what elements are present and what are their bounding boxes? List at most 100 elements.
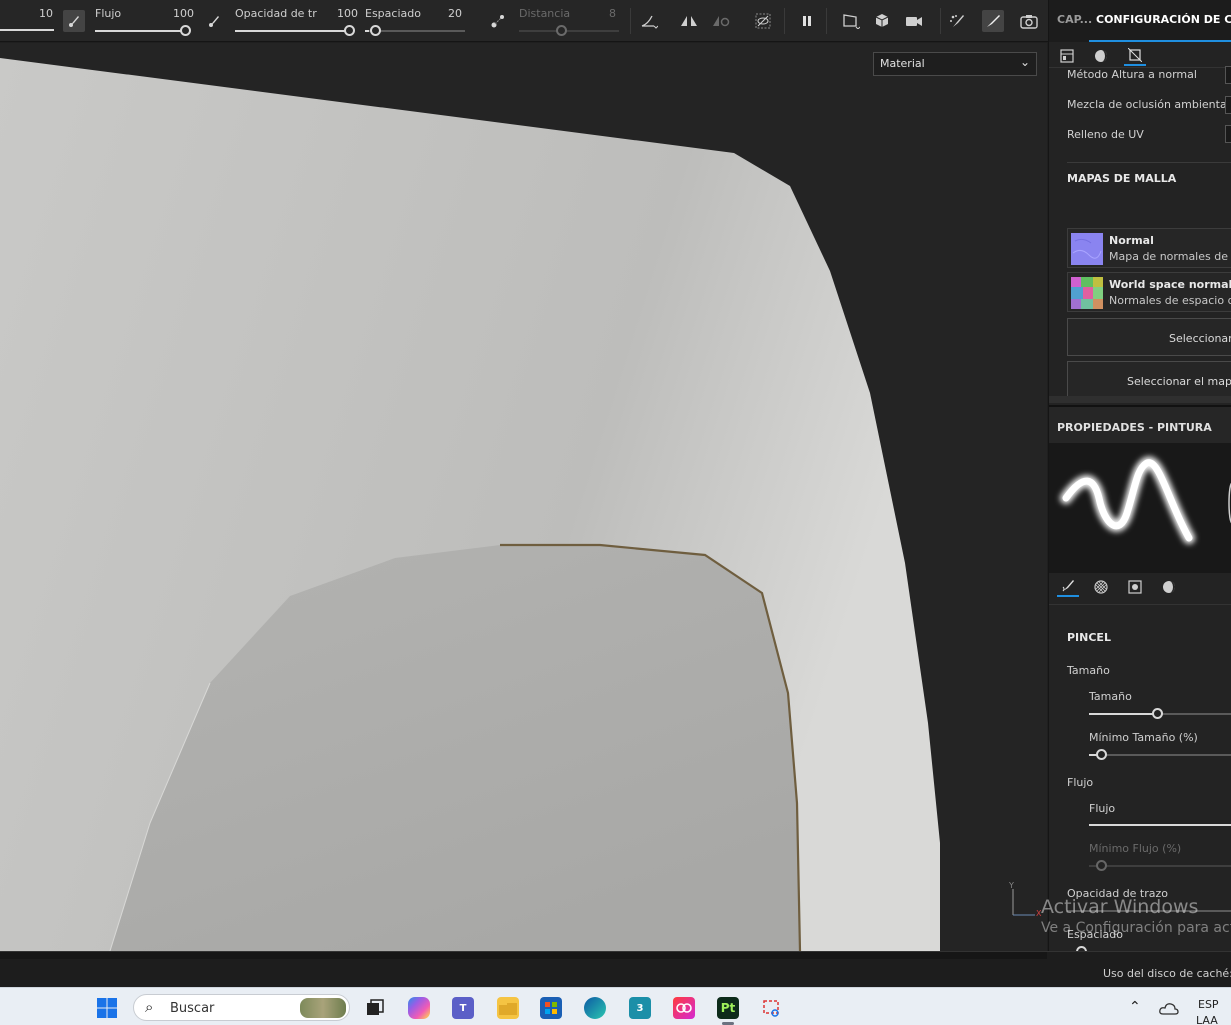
brush-opacity-icon[interactable] <box>203 10 225 32</box>
screenshot-camera-icon[interactable] <box>1018 10 1040 32</box>
distance-slider-knob[interactable] <box>556 25 567 36</box>
opacity-slider[interactable] <box>235 25 355 36</box>
store-icon[interactable] <box>540 997 562 1019</box>
min-size-slider[interactable] <box>1089 749 1231 760</box>
normal-map-thumbnail <box>1071 233 1103 265</box>
panel-scrollbar[interactable] <box>1049 396 1231 403</box>
mesh-maps-icon[interactable] <box>1124 46 1146 66</box>
pause-icon[interactable] <box>796 10 818 32</box>
flow-slider[interactable] <box>95 25 191 36</box>
search-highlight-image <box>300 998 346 1018</box>
brush-section-title: PINCEL <box>1067 631 1111 644</box>
min-flow-slider[interactable] <box>1089 860 1231 871</box>
right-panel: CAP... CONFIGURACIÓN DE CON Método Altur… <box>1048 0 1231 951</box>
shader-sphere-icon[interactable] <box>1090 46 1112 66</box>
ao-mix-label: Mezcla de oclusión ambiental <box>1067 98 1230 111</box>
flow-slider-knob[interactable] <box>180 25 191 36</box>
brush-stroke-preview <box>1049 443 1231 573</box>
toolbar-divider <box>784 8 785 34</box>
snipping-tool-icon[interactable] <box>761 997 783 1019</box>
tab-layers[interactable]: CAP... <box>1057 13 1092 26</box>
size-slider[interactable] <box>1089 708 1231 719</box>
spacing-slider[interactable] <box>365 25 465 36</box>
stroke-curve-icon[interactable] <box>638 10 660 32</box>
brush-icon[interactable] <box>1057 577 1079 597</box>
world-normal-map-subtitle: Normales de espacio de <box>1109 294 1231 307</box>
opacity-slider-fill <box>235 30 349 32</box>
view-2d-icon[interactable] <box>840 10 862 32</box>
windows-start-icon[interactable] <box>96 997 118 1019</box>
teams-icon[interactable]: T <box>452 997 474 1019</box>
opacity-slider-knob[interactable] <box>344 25 355 36</box>
uv-padding-dropdown[interactable] <box>1225 125 1231 143</box>
min-flow-slider-knob[interactable] <box>1096 860 1107 871</box>
select-map-button-2-label: Seleccionar el mapa <box>1127 375 1231 388</box>
symmetry-settings-icon[interactable] <box>710 10 732 32</box>
distance-slider[interactable] <box>519 25 619 36</box>
size-group-label: Tamaño <box>1067 664 1110 677</box>
spacing-slider-knob[interactable] <box>370 25 381 36</box>
normal-map-title: Normal <box>1109 234 1154 247</box>
axis-gizmo: Y X <box>1005 881 1045 925</box>
language-indicator-top[interactable]: ESP <box>1198 998 1219 1011</box>
toolbar-divider <box>630 8 631 34</box>
copilot-icon[interactable] <box>408 997 430 1019</box>
windows-taskbar: ⌕ Buscar T 3 Pt ⌃ ESP LAA <box>0 987 1231 1025</box>
substance-painter-icon[interactable]: Pt <box>717 997 739 1019</box>
select-map-button-1-label: Seleccionar <box>1169 332 1231 345</box>
tab-texture-set-settings[interactable]: CONFIGURACIÓN DE CON <box>1096 13 1231 26</box>
panel-tabs: CAP... CONFIGURACIÓN DE CON <box>1049 0 1231 42</box>
search-icon: ⌕ <box>145 998 154 1016</box>
lazy-mouse-icon[interactable] <box>487 10 509 32</box>
edge-icon[interactable] <box>584 997 606 1019</box>
material-dropdown-value: Material <box>880 57 925 70</box>
min-size-slider-knob[interactable] <box>1096 749 1107 760</box>
uv-padding-label: Relleno de UV <box>1067 128 1144 141</box>
brush-flow-icon[interactable] <box>63 10 85 32</box>
section-divider <box>1067 162 1231 163</box>
distance-label: Distancia <box>519 7 571 20</box>
search-label: Buscar <box>170 1001 215 1016</box>
select-map-button-1[interactable]: Seleccionar <box>1067 318 1231 356</box>
taskbar-search[interactable]: ⌕ Buscar <box>133 994 350 1021</box>
material-dropdown[interactable]: Material ⌄ <box>873 52 1037 76</box>
mesh-map-normal[interactable]: Normal Mapa de normales de m <box>1067 228 1231 268</box>
flow-slider[interactable] <box>1089 824 1231 826</box>
brush-subtabs <box>1049 573 1231 605</box>
size-value: 10 <box>39 7 53 20</box>
opacity-value: 100 <box>337 7 358 20</box>
creative-cloud-icon[interactable] <box>673 997 695 1019</box>
3d-viewport[interactable]: Material ⌄ Y X <box>0 43 1047 951</box>
normal-method-dropdown[interactable] <box>1225 66 1231 84</box>
material-sphere-icon[interactable] <box>1158 577 1180 597</box>
hide-visibility-icon[interactable] <box>752 10 774 32</box>
render-brush-icon[interactable] <box>946 10 968 32</box>
normal-map-subtitle: Mapa de normales de m <box>1109 250 1231 263</box>
symmetry-icon[interactable] <box>678 10 700 32</box>
alpha-pattern-icon[interactable] <box>1090 577 1112 597</box>
file-explorer-icon[interactable] <box>497 997 519 1019</box>
paint-mode-icon[interactable] <box>982 10 1004 32</box>
texture-set-list-icon[interactable] <box>1056 46 1078 66</box>
flow-value: 100 <box>173 7 194 20</box>
size-slider-fill <box>1089 713 1157 715</box>
size-slider-track[interactable] <box>0 29 54 31</box>
select-map-button-2[interactable]: Seleccionar el mapa <box>1067 361 1231 399</box>
3ds-max-icon[interactable]: 3 <box>629 997 651 1019</box>
flow-group-label: Flujo <box>1067 776 1094 789</box>
onedrive-cloud-icon[interactable] <box>1159 1001 1179 1020</box>
language-indicator-bottom[interactable]: LAA <box>1196 1014 1218 1025</box>
view-3d-cube-icon[interactable] <box>872 10 894 32</box>
size-slider-knob[interactable] <box>1151 708 1163 719</box>
size-label: Tamaño <box>1089 690 1132 703</box>
camera-video-icon[interactable] <box>904 10 926 32</box>
ao-mix-dropdown[interactable] <box>1225 96 1231 114</box>
normal-method-label: Método Altura a normal <box>1067 68 1197 81</box>
top-toolbar: 10 Flujo 100 Opacidad de tr 100 Espaciad… <box>0 0 1048 42</box>
tray-overflow-icon[interactable]: ⌃ <box>1129 999 1141 1015</box>
mesh-map-world-space-normal[interactable]: World space normal Normales de espacio d… <box>1067 272 1231 312</box>
task-view-icon[interactable] <box>364 997 386 1019</box>
status-strip <box>0 952 1047 959</box>
stencil-icon[interactable] <box>1124 577 1146 597</box>
app-window: 10 Flujo 100 Opacidad de tr 100 Espaciad… <box>0 0 1231 1025</box>
